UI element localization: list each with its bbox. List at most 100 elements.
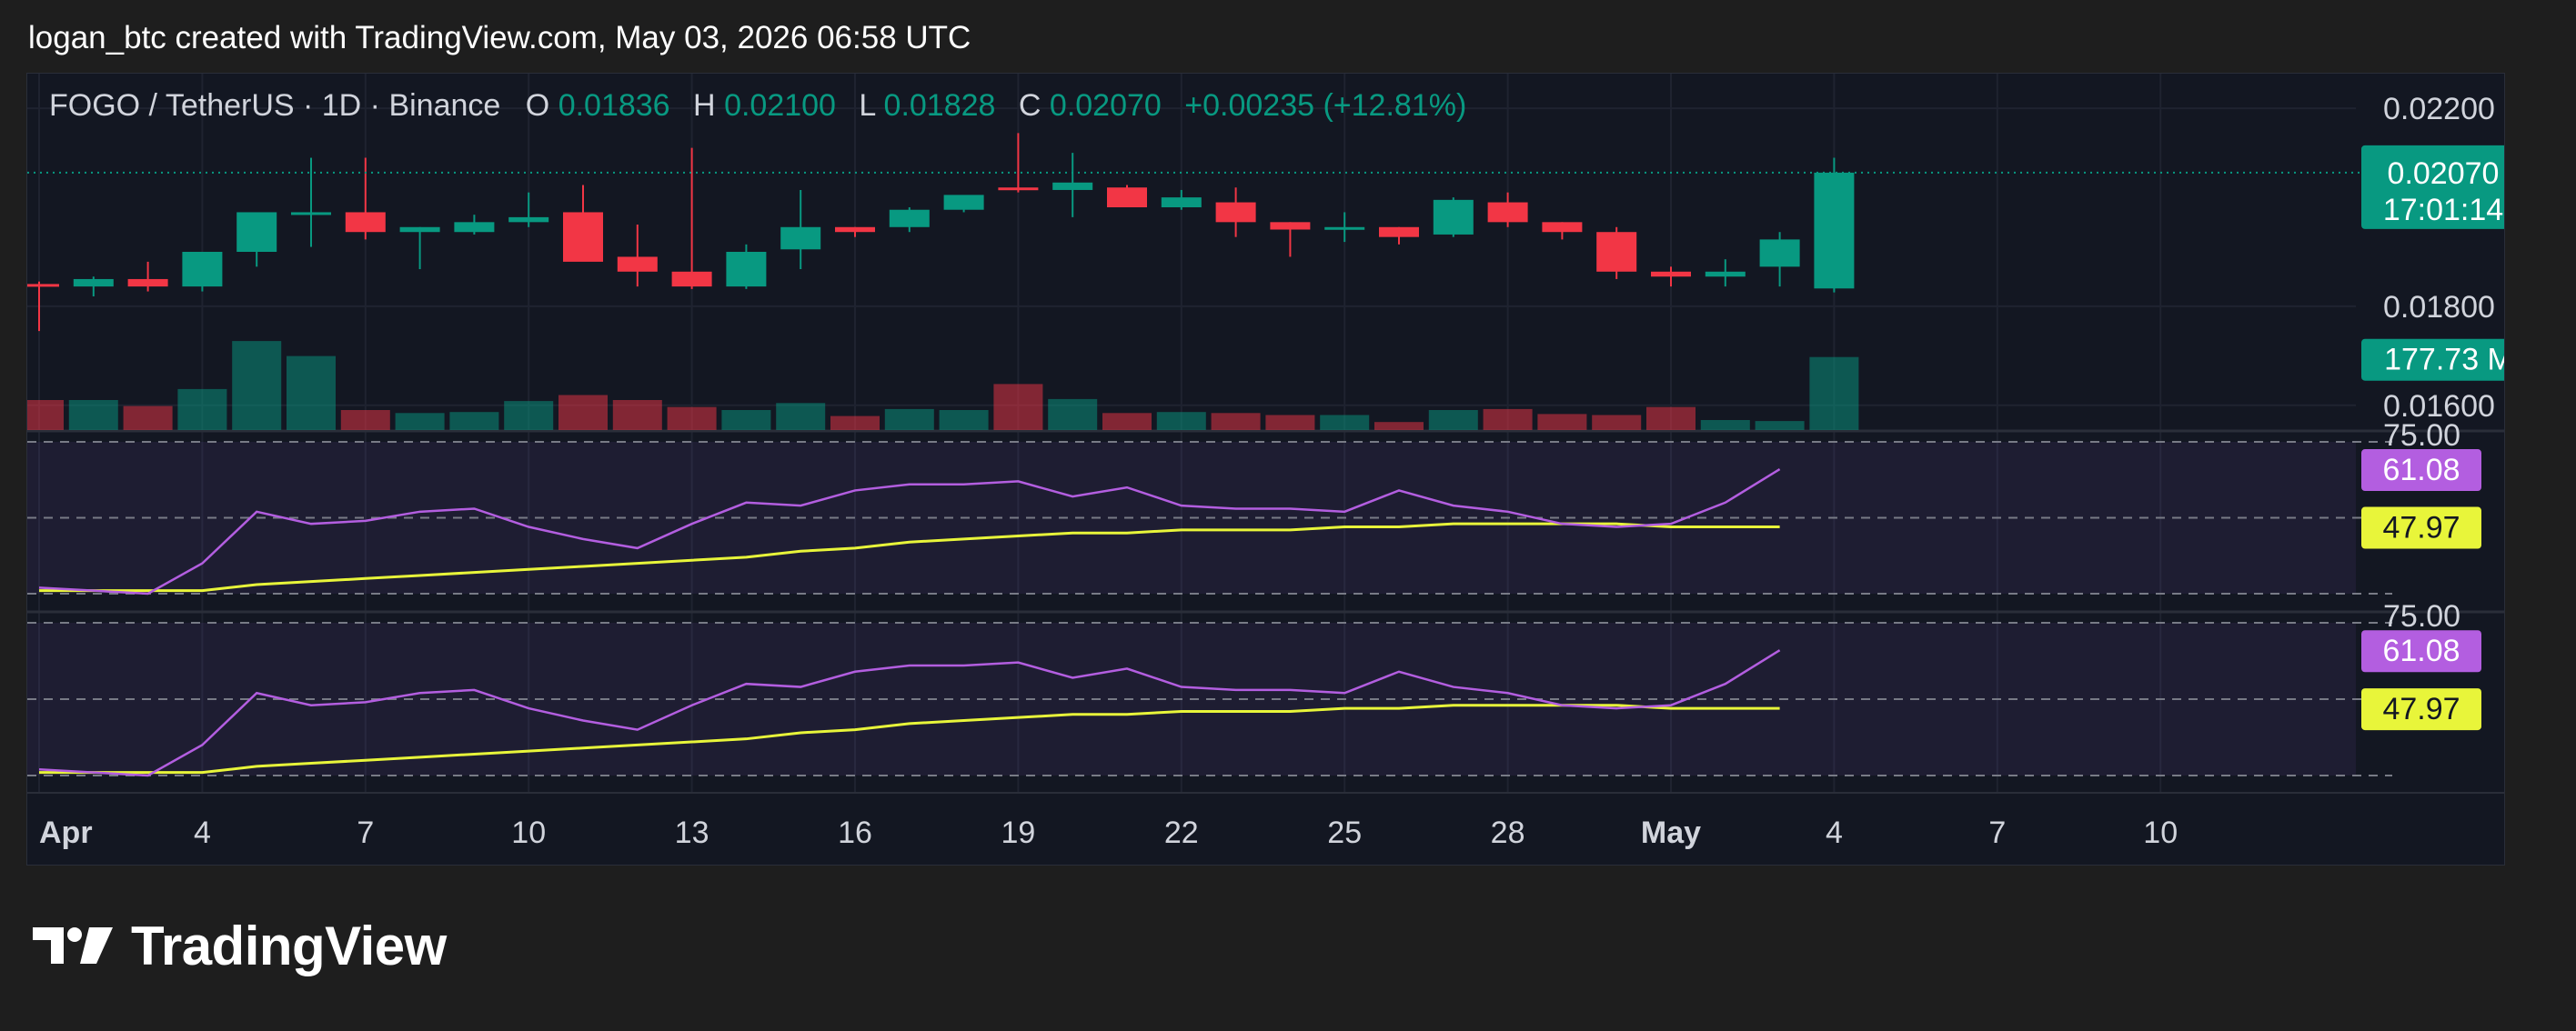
volume-bar — [449, 412, 499, 430]
legend-high-value: 0.02100 — [724, 88, 836, 123]
candle-body — [943, 195, 984, 210]
candle-body — [1759, 239, 1800, 267]
candle-body — [1487, 202, 1528, 223]
time-axis-label: 28 — [1491, 816, 1525, 850]
candle-body — [1596, 232, 1637, 272]
time-axis-label: 10 — [511, 816, 546, 850]
volume-bar — [830, 415, 880, 430]
tradingview-logo-text: TradingView — [131, 915, 447, 976]
last-price-text: 0.02070 — [2388, 156, 2500, 191]
volume-bar — [1211, 413, 1261, 430]
candle-body — [1324, 226, 1365, 230]
volume-bar — [287, 355, 336, 430]
volume-layer — [15, 341, 1859, 430]
rsi-value-text: 61.08 — [2382, 453, 2460, 487]
volume-bar — [1483, 408, 1533, 430]
volume-bar — [1156, 412, 1206, 430]
legend-low-label: L — [859, 88, 875, 123]
volume-bar — [1374, 422, 1424, 430]
candle-body — [399, 226, 440, 233]
time-axis-label: 4 — [1826, 816, 1843, 850]
tradingview-logo-icon — [33, 927, 113, 964]
volume-bar — [1700, 420, 1750, 430]
volume-bar — [776, 403, 826, 430]
volume-badge-text: 177.73 M — [2384, 343, 2504, 377]
rsi-level-label: 75.00 — [2383, 599, 2460, 634]
candle-body — [454, 222, 495, 233]
time-axis-label: May — [1641, 816, 1701, 850]
candle-body — [563, 212, 603, 262]
legend-open-label: O — [526, 88, 549, 123]
candle-body — [182, 252, 223, 287]
volume-bar — [123, 405, 173, 430]
candle-body — [127, 278, 168, 287]
time-axis-label: 13 — [675, 816, 709, 850]
candle-body — [1161, 197, 1202, 207]
volume-bar — [340, 410, 390, 430]
header-attribution: logan_btc created with TradingView.com, … — [28, 20, 971, 55]
chart-svg[interactable]: 0.022000.018000.0160075.0075.00Apr 4 7 10 13… — [15, 74, 2536, 865]
time-axis-label: 22 — [1164, 816, 1199, 850]
candle-body — [73, 278, 114, 287]
rsi-ma-text: 47.97 — [2382, 511, 2460, 546]
volume-bar — [1537, 414, 1587, 430]
volume-bar — [721, 410, 771, 430]
legend-close-value: 0.02070 — [1050, 88, 1162, 123]
volume-bar — [1048, 398, 1098, 430]
chart-frame[interactable]: 0.02200 0.01800 0.01600 75.00 75.00 Apr 4 7 10 13… — [15, 73, 2536, 866]
volume-bar — [1428, 410, 1478, 430]
tradingview-logo[interactable]: TradingView — [33, 916, 447, 976]
candle-layer — [19, 133, 2410, 332]
legend-close-label: C — [1019, 88, 1041, 123]
time-axis-label: Apr — [39, 816, 93, 850]
legend-change: +0.00235 (+12.81%) — [1184, 88, 1466, 123]
rsi-level-label: 75.00 — [2383, 418, 2460, 453]
rsi-value-text: 61.08 — [2382, 634, 2460, 668]
candle-body — [1651, 271, 1691, 277]
time-axis-label: 16 — [838, 816, 872, 850]
volume-bar — [1809, 356, 1859, 430]
volume-bar — [667, 406, 717, 430]
volume-bar — [1646, 406, 1696, 430]
volume-bar — [15, 400, 64, 430]
legend-symbol: FOGO / TetherUS · 1D · Binance — [49, 88, 500, 123]
time-axis-label: 4 — [194, 816, 211, 850]
volume-bar — [558, 395, 608, 430]
rsi-layer — [27, 441, 2392, 777]
time-axis-label: 10 — [2143, 816, 2178, 850]
volume-bar — [1755, 421, 1805, 430]
candle-body — [780, 226, 821, 250]
price-axis-label: 0.02200 — [2383, 92, 2495, 126]
volume-bar — [68, 400, 118, 430]
candle-body — [291, 212, 331, 215]
volume-bar — [395, 413, 445, 430]
rsi-ma-text: 47.97 — [2382, 692, 2460, 726]
volume-bar — [993, 384, 1043, 430]
candle-body — [1270, 222, 1311, 230]
volume-bar — [1320, 415, 1370, 430]
candle-body — [19, 284, 59, 287]
candle-body — [726, 252, 767, 287]
price-axis-label: 0.01800 — [2383, 290, 2495, 325]
volume-bar — [504, 401, 554, 430]
volume-bar — [1265, 415, 1315, 430]
countdown-text: 17:01:14 — [2383, 193, 2503, 227]
candle-body — [1433, 199, 1474, 235]
volume-bar — [884, 408, 934, 430]
candle-body — [1542, 222, 1583, 233]
legend-open-value: 0.01836 — [558, 88, 670, 123]
candle-body — [1215, 202, 1256, 223]
volume-bar — [612, 400, 662, 430]
time-axis-label: 7 — [357, 816, 374, 850]
volume-bar — [177, 388, 227, 430]
candle-body — [671, 271, 712, 287]
candle-body — [508, 216, 549, 223]
time-axis-label: 25 — [1327, 816, 1362, 850]
candle-body — [345, 212, 386, 233]
candle-body — [998, 187, 1039, 191]
volume-bar — [939, 410, 989, 430]
candle-body — [1107, 187, 1147, 207]
volume-bar — [1592, 415, 1642, 430]
candle-body — [835, 226, 875, 233]
candle-body — [1379, 226, 1419, 237]
